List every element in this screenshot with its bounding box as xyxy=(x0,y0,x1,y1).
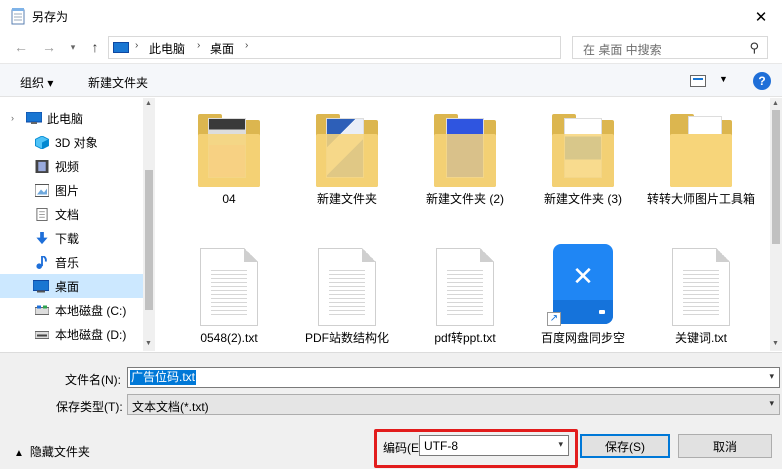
save-button[interactable]: 保存(S) xyxy=(580,434,670,458)
view-dropdown-icon[interactable]: ▼ xyxy=(719,74,728,84)
close-button[interactable]: ✕ xyxy=(740,4,782,30)
address-bar[interactable]: › 此电脑 › 桌面 › ▾ ⟳ xyxy=(108,36,659,59)
filetype-label: 保存类型(T): xyxy=(56,400,123,414)
chevron-up-icon: ▲ xyxy=(14,448,24,459)
arrow-right-icon: → xyxy=(42,39,56,55)
title-bar: 另存为 ✕ xyxy=(0,0,782,32)
filename-value: 广告位码.txt xyxy=(130,370,197,385)
forward-button[interactable]: → xyxy=(40,38,58,56)
cube-icon xyxy=(35,135,49,149)
arrow-up-icon: ↑ xyxy=(91,39,99,55)
list-item[interactable]: 关键词.txt xyxy=(646,248,756,346)
search-placeholder: 在 桌面 中搜索 xyxy=(583,43,662,57)
list-item[interactable]: 转转大师图片工具箱 xyxy=(646,112,756,207)
nav-item-drive-d[interactable]: 本地磁盘 (D:) xyxy=(0,322,143,346)
toolbar: 组织 ▾ 新建文件夹 ▼ ? xyxy=(0,63,782,97)
organize-menu[interactable]: 组织 ▾ xyxy=(20,74,53,91)
scroll-down-icon[interactable]: ▼ xyxy=(145,340,152,347)
scroll-down-icon[interactable]: ▼ xyxy=(772,340,779,347)
hide-folders-toggle[interactable]: ▲ 隐藏文件夹 xyxy=(14,443,90,460)
list-item[interactable]: PDF站数结构化 xyxy=(292,248,402,346)
picture-icon xyxy=(35,183,49,197)
music-icon xyxy=(36,255,47,269)
new-folder-button[interactable]: 新建文件夹 xyxy=(88,74,148,91)
list-item[interactable]: 04 xyxy=(174,112,284,207)
list-item[interactable]: 新建文件夹 (3) xyxy=(528,112,638,207)
list-item[interactable]: pdf转ppt.txt xyxy=(410,248,520,346)
filename-label: 文件名(N): xyxy=(65,373,121,387)
breadcrumb-this-pc[interactable]: 此电脑 xyxy=(149,40,185,57)
navigation-pane: › 此电脑 3D 对象 视频 图片 文档 下载 音乐 桌面 本地磁盘 (C:) … xyxy=(0,98,155,351)
recent-dropdown[interactable]: ▾ xyxy=(64,38,82,56)
search-input[interactable]: 在 桌面 中搜索 ⚲ xyxy=(572,36,768,59)
up-button[interactable]: ↑ xyxy=(86,38,104,56)
nav-item-documents[interactable]: 文档 xyxy=(0,202,143,226)
scroll-up-icon[interactable]: ▲ xyxy=(772,100,779,107)
list-item[interactable]: 新建文件夹 xyxy=(292,112,402,207)
breadcrumb-desktop[interactable]: 桌面 xyxy=(210,40,234,57)
folder-icon xyxy=(434,112,496,187)
document-icon xyxy=(36,207,48,221)
scroll-up-icon[interactable]: ▲ xyxy=(145,100,152,107)
arrow-left-icon: ← xyxy=(14,39,28,55)
baidu-netdisk-icon: ✕ ↗ xyxy=(547,244,619,326)
cancel-button[interactable]: 取消 xyxy=(678,434,772,458)
nav-item-videos[interactable]: 视频 xyxy=(0,154,143,178)
filetype-value: 文本文档(*.txt) xyxy=(132,400,209,414)
video-icon xyxy=(35,159,49,173)
nav-item-this-pc[interactable]: › 此电脑 xyxy=(0,106,143,130)
chevron-down-icon[interactable]: ▾ xyxy=(558,439,563,450)
text-file-icon xyxy=(318,248,376,326)
drive-icon xyxy=(35,330,49,339)
nav-item-pictures[interactable]: 图片 xyxy=(0,178,143,202)
text-file-icon xyxy=(200,248,258,326)
chevron-right-icon: › xyxy=(245,40,249,51)
nav-item-desktop[interactable]: 桌面 xyxy=(0,274,143,298)
list-item[interactable]: 新建文件夹 (2) xyxy=(410,112,520,207)
file-list-scrollbar-thumb[interactable] xyxy=(772,110,780,244)
nav-item-drive-c[interactable]: 本地磁盘 (C:) xyxy=(0,298,143,322)
folder-icon xyxy=(316,112,378,187)
folder-icon xyxy=(552,112,614,187)
file-list-scrollbar[interactable]: ▲ ▼ xyxy=(770,98,782,351)
close-icon: ✕ xyxy=(754,9,768,26)
chevron-down-icon[interactable]: ▾ xyxy=(769,371,774,382)
pc-icon xyxy=(26,111,42,124)
nav-item-3d-objects[interactable]: 3D 对象 xyxy=(0,130,143,154)
file-list: 04 新建文件夹 新建文件夹 (2) 新建文件夹 (3) 转转大师图片工具箱 0… xyxy=(156,98,770,351)
chevron-right-icon[interactable]: › xyxy=(11,113,14,123)
chevron-right-icon: › xyxy=(135,40,139,51)
filetype-select[interactable]: 文本文档(*.txt) ▾ xyxy=(127,394,780,415)
notepad-icon xyxy=(11,8,25,25)
help-icon[interactable]: ? xyxy=(753,72,771,90)
address-row: ← → ▾ ↑ › 此电脑 › 桌面 › ▾ ⟳ 在 桌面 中搜索 ⚲ xyxy=(0,32,782,62)
window-title: 另存为 xyxy=(32,10,69,24)
nav-scrollbar[interactable]: ▲ ▼ xyxy=(143,98,155,351)
nav-item-downloads[interactable]: 下载 xyxy=(0,226,143,250)
folder-icon xyxy=(670,112,732,187)
text-file-icon xyxy=(672,248,730,326)
view-mode-icon[interactable] xyxy=(690,75,706,87)
pc-icon xyxy=(113,42,129,53)
download-icon xyxy=(36,231,48,244)
encoding-select[interactable]: UTF-8 ▾ xyxy=(419,435,569,456)
list-item[interactable]: ✕ ↗ 百度网盘同步空 xyxy=(528,244,638,346)
nav-item-music[interactable]: 音乐 xyxy=(0,250,143,274)
chevron-right-icon: › xyxy=(197,40,201,51)
encoding-value: UTF-8 xyxy=(424,439,458,453)
list-item[interactable]: 0548(2).txt xyxy=(174,248,284,346)
search-icon: ⚲ xyxy=(749,40,759,55)
shortcut-arrow-icon: ↗ xyxy=(547,312,561,326)
chevron-down-icon[interactable]: ▾ xyxy=(769,398,774,409)
drive-icon xyxy=(35,305,49,315)
chevron-down-icon: ▾ xyxy=(70,41,76,52)
desktop-icon xyxy=(33,279,49,292)
back-button[interactable]: ← xyxy=(12,38,30,56)
folder-icon xyxy=(198,112,260,187)
filename-input[interactable]: 广告位码.txt ▾ xyxy=(127,367,780,388)
text-file-icon xyxy=(436,248,494,326)
nav-scrollbar-thumb[interactable] xyxy=(145,170,153,310)
